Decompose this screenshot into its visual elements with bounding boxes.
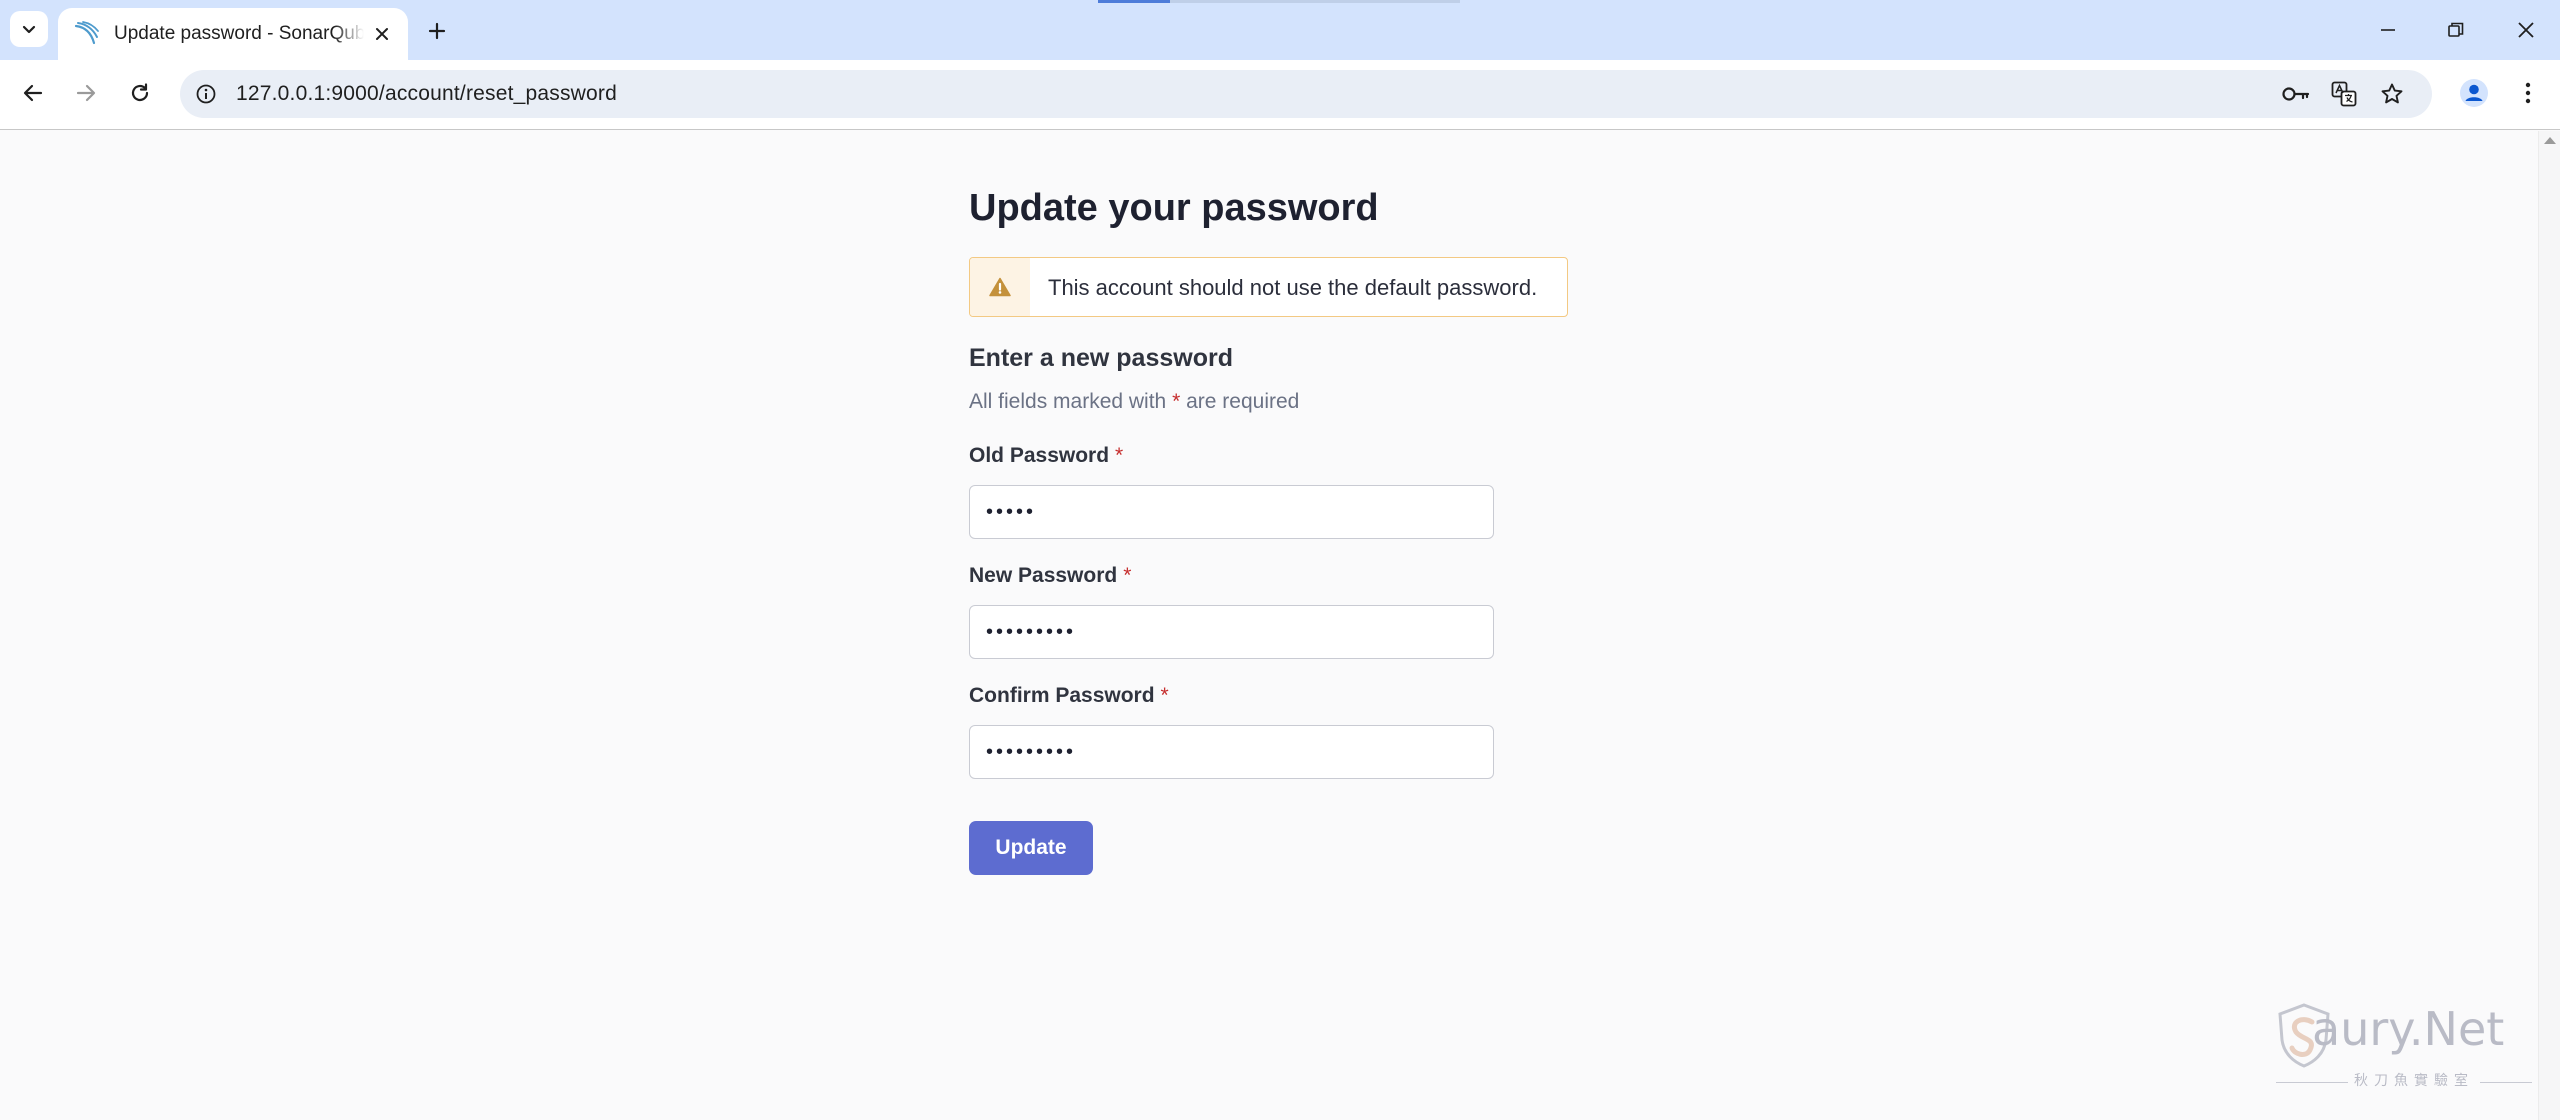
required-note-text-end: are required bbox=[1180, 390, 1300, 413]
tab-close-button[interactable] bbox=[370, 22, 394, 46]
browser-tab-active[interactable]: Update password - SonarQube bbox=[58, 8, 408, 60]
new-tab-button[interactable] bbox=[420, 14, 454, 48]
back-button[interactable] bbox=[13, 73, 53, 113]
old-password-label: Old Password * bbox=[969, 444, 1123, 468]
close-icon bbox=[376, 28, 388, 40]
page-viewport: Update your password This account should… bbox=[0, 131, 2538, 1120]
password-key-icon[interactable] bbox=[2280, 78, 2312, 110]
vertical-scrollbar[interactable] bbox=[2538, 131, 2560, 1120]
alert-icon-box bbox=[970, 258, 1030, 316]
tab-title: Update password - SonarQube bbox=[114, 23, 364, 44]
old-password-input[interactable]: ••••• bbox=[969, 485, 1494, 539]
browser-tab-strip: Update password - SonarQube bbox=[0, 0, 2560, 60]
required-star: * bbox=[1123, 564, 1132, 587]
tab-search-button[interactable] bbox=[10, 11, 48, 47]
loading-indicator-track bbox=[1170, 0, 1460, 3]
new-password-input[interactable]: ••••••••• bbox=[969, 605, 1494, 659]
address-bar[interactable]: 127.0.0.1:9000/account/reset_password bbox=[180, 70, 2432, 118]
page-title: Update your password bbox=[969, 187, 1379, 229]
forward-button[interactable] bbox=[66, 73, 106, 113]
sonarqube-favicon-icon bbox=[74, 21, 99, 45]
site-info-icon[interactable] bbox=[192, 80, 220, 108]
watermark-text: aury.Net bbox=[2312, 1002, 2505, 1056]
required-star: * bbox=[1160, 684, 1169, 707]
address-url[interactable]: 127.0.0.1:9000/account/reset_password bbox=[236, 82, 617, 106]
confirm-password-label: Confirm Password * bbox=[969, 684, 1169, 708]
required-note-text: All fields marked with bbox=[969, 390, 1173, 413]
watermark-subtext: 秋刀魚實驗室 bbox=[2348, 1070, 2480, 1090]
profile-button[interactable] bbox=[2454, 73, 2494, 113]
section-title: Enter a new password bbox=[969, 344, 1233, 372]
new-password-label: New Password * bbox=[969, 564, 1131, 588]
scroll-up-arrow-icon[interactable] bbox=[2544, 137, 2556, 144]
translate-icon[interactable] bbox=[2328, 78, 2360, 110]
warning-icon bbox=[989, 277, 1011, 297]
arrow-right-icon bbox=[76, 84, 96, 102]
new-password-label-text: New Password bbox=[969, 564, 1118, 587]
avatar-icon bbox=[2460, 79, 2488, 107]
update-button[interactable]: Update bbox=[969, 821, 1093, 875]
watermark: aury.Net 秋刀魚實驗室 bbox=[2276, 1002, 2532, 1094]
old-password-label-text: Old Password bbox=[969, 444, 1110, 467]
browser-toolbar: 127.0.0.1:9000/account/reset_password bbox=[0, 60, 2560, 130]
required-fields-note: All fields marked with * are required bbox=[969, 390, 1299, 414]
reload-icon bbox=[131, 83, 149, 102]
close-window-button[interactable] bbox=[2500, 10, 2552, 50]
browser-menu-button[interactable] bbox=[2508, 73, 2548, 113]
restore-button[interactable] bbox=[2430, 10, 2482, 50]
chevron-down-icon bbox=[22, 25, 36, 34]
restore-icon bbox=[2448, 22, 2464, 37]
minimize-icon bbox=[2381, 29, 2395, 31]
loading-indicator bbox=[1098, 0, 1170, 3]
confirm-password-input[interactable]: ••••••••• bbox=[969, 725, 1494, 779]
arrow-left-icon bbox=[23, 84, 43, 102]
reload-button[interactable] bbox=[120, 73, 160, 113]
alert-message: This account should not use the default … bbox=[1048, 275, 1538, 300]
plus-icon bbox=[428, 22, 446, 40]
warning-alert: This account should not use the default … bbox=[969, 257, 1568, 317]
close-icon bbox=[2518, 22, 2534, 38]
required-star: * bbox=[1115, 444, 1124, 467]
bookmark-star-icon[interactable] bbox=[2376, 78, 2408, 110]
more-vertical-icon bbox=[2525, 82, 2531, 104]
confirm-password-label-text: Confirm Password bbox=[969, 684, 1155, 707]
minimize-button[interactable] bbox=[2362, 10, 2414, 50]
